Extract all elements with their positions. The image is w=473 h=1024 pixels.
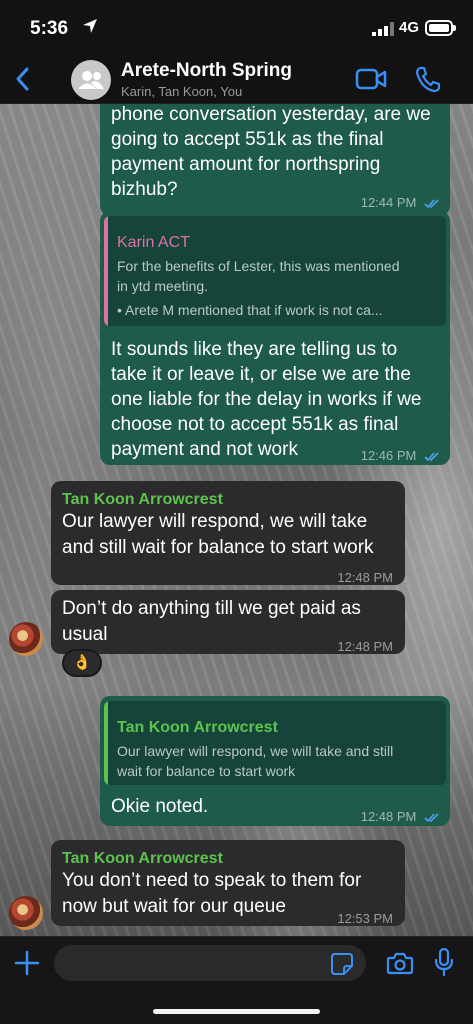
message-bubble-outgoing[interactable]: Tan Koon Arrowcrest Our lawyer will resp…: [100, 696, 450, 826]
quoted-message[interactable]: Tan Koon Arrowcrest Our lawyer will resp…: [104, 701, 446, 785]
quote-bar: [104, 701, 108, 785]
network-type: 4G: [399, 19, 420, 36]
message-line: You don’t need to speak to them for: [62, 870, 362, 891]
quoted-message[interactable]: Karin ACT For the benefits of Lester, th…: [104, 216, 446, 326]
message-line: going to accept 551k as the final: [111, 129, 384, 150]
message-input[interactable]: [54, 945, 366, 981]
message-bubble-incoming[interactable]: Tan Koon Arrowcrest You don’t need to sp…: [51, 840, 405, 926]
quote-sender: Karin ACT: [117, 234, 190, 251]
chat-header: Arete-North Spring Karin, Tan Koon, You: [0, 58, 473, 104]
message-line: payment and not work: [111, 439, 298, 460]
message-line: choose not to accept 551k as final: [111, 414, 399, 435]
sender-avatar[interactable]: [9, 622, 43, 656]
back-chevron-icon[interactable]: [12, 66, 34, 92]
message-time: 12:46 PM: [360, 448, 417, 463]
message-line: It sounds like they are telling us to: [111, 339, 398, 360]
message-bubble-outgoing[interactable]: Karin ACT For the benefits of Lester, th…: [100, 211, 450, 465]
message-time: 12:48 PM: [337, 639, 393, 654]
message-line: Our lawyer will respond, we will take: [62, 511, 368, 532]
quote-line: • Arete M mentioned that if work is not …: [117, 302, 383, 318]
read-ticks-icon: [424, 452, 439, 462]
composer-bar: [0, 936, 473, 1024]
sender-avatar[interactable]: [9, 896, 43, 930]
message-time: 12:48 PM: [360, 809, 417, 824]
message-line: payment amount for northspring: [111, 154, 381, 175]
status-time: 5:36: [30, 18, 69, 39]
message-line: one liable for the delay in works if we: [111, 389, 422, 410]
group-avatar-icon: [78, 71, 104, 89]
home-indicator: [153, 1009, 320, 1014]
signal-icon: [372, 22, 394, 36]
quote-line: wait for balance to start work: [117, 763, 296, 779]
status-bar: 5:36 4G: [0, 0, 473, 58]
quote-line: Our lawyer will respond, we will take an…: [117, 743, 394, 759]
message-line: now but wait for our queue: [62, 896, 286, 917]
message-time: 12:53 PM: [337, 911, 393, 926]
message-reaction[interactable]: 👌: [62, 649, 102, 677]
video-call-icon[interactable]: [355, 67, 387, 91]
message-bubble-incoming[interactable]: Tan Koon Arrowcrest Our lawyer will resp…: [51, 481, 405, 585]
message-line: Okie noted.: [111, 796, 209, 817]
quote-line: For the benefits of Lester, this was men…: [117, 258, 400, 274]
message-line: usual: [62, 624, 108, 645]
location-arrow-icon: [83, 19, 97, 33]
message-time: 12:48 PM: [337, 570, 393, 585]
quote-line: in ytd meeting.: [117, 278, 209, 294]
message-line: bizhub?: [111, 179, 178, 200]
message-bubble-outgoing[interactable]: phone conversation yesterday, are we goi…: [100, 104, 450, 216]
message-time: 12:44 PM: [360, 195, 417, 210]
message-line: Don’t do anything till we get paid as: [62, 598, 361, 619]
chat-area[interactable]: phone conversation yesterday, are we goi…: [0, 104, 473, 936]
message-bubble-incoming[interactable]: Don’t do anything till we get paid as us…: [51, 590, 405, 654]
message-meta: 12:48 PM: [361, 804, 442, 829]
phone-call-icon[interactable]: [414, 65, 440, 93]
read-ticks-icon: [424, 813, 439, 823]
camera-icon[interactable]: [386, 951, 414, 975]
read-ticks-icon: [424, 199, 439, 209]
mic-icon[interactable]: [434, 948, 454, 976]
message-line: phone conversation yesterday, are we: [111, 104, 431, 125]
plus-icon[interactable]: [14, 950, 40, 976]
quote-bar: [104, 216, 108, 326]
message-line: and still wait for balance to start work: [62, 537, 374, 558]
group-avatar[interactable]: [71, 60, 111, 100]
message-meta: 12:46 PM: [361, 443, 442, 468]
chat-members[interactable]: Karin, Tan Koon, You: [121, 84, 242, 99]
quote-sender: Tan Koon Arrowcrest: [117, 719, 278, 736]
battery-icon: [425, 20, 456, 36]
message-line: take it or leave it, or else we are the: [111, 364, 411, 385]
chat-title[interactable]: Arete-North Spring: [121, 60, 292, 82]
sticker-icon[interactable]: [330, 952, 354, 976]
